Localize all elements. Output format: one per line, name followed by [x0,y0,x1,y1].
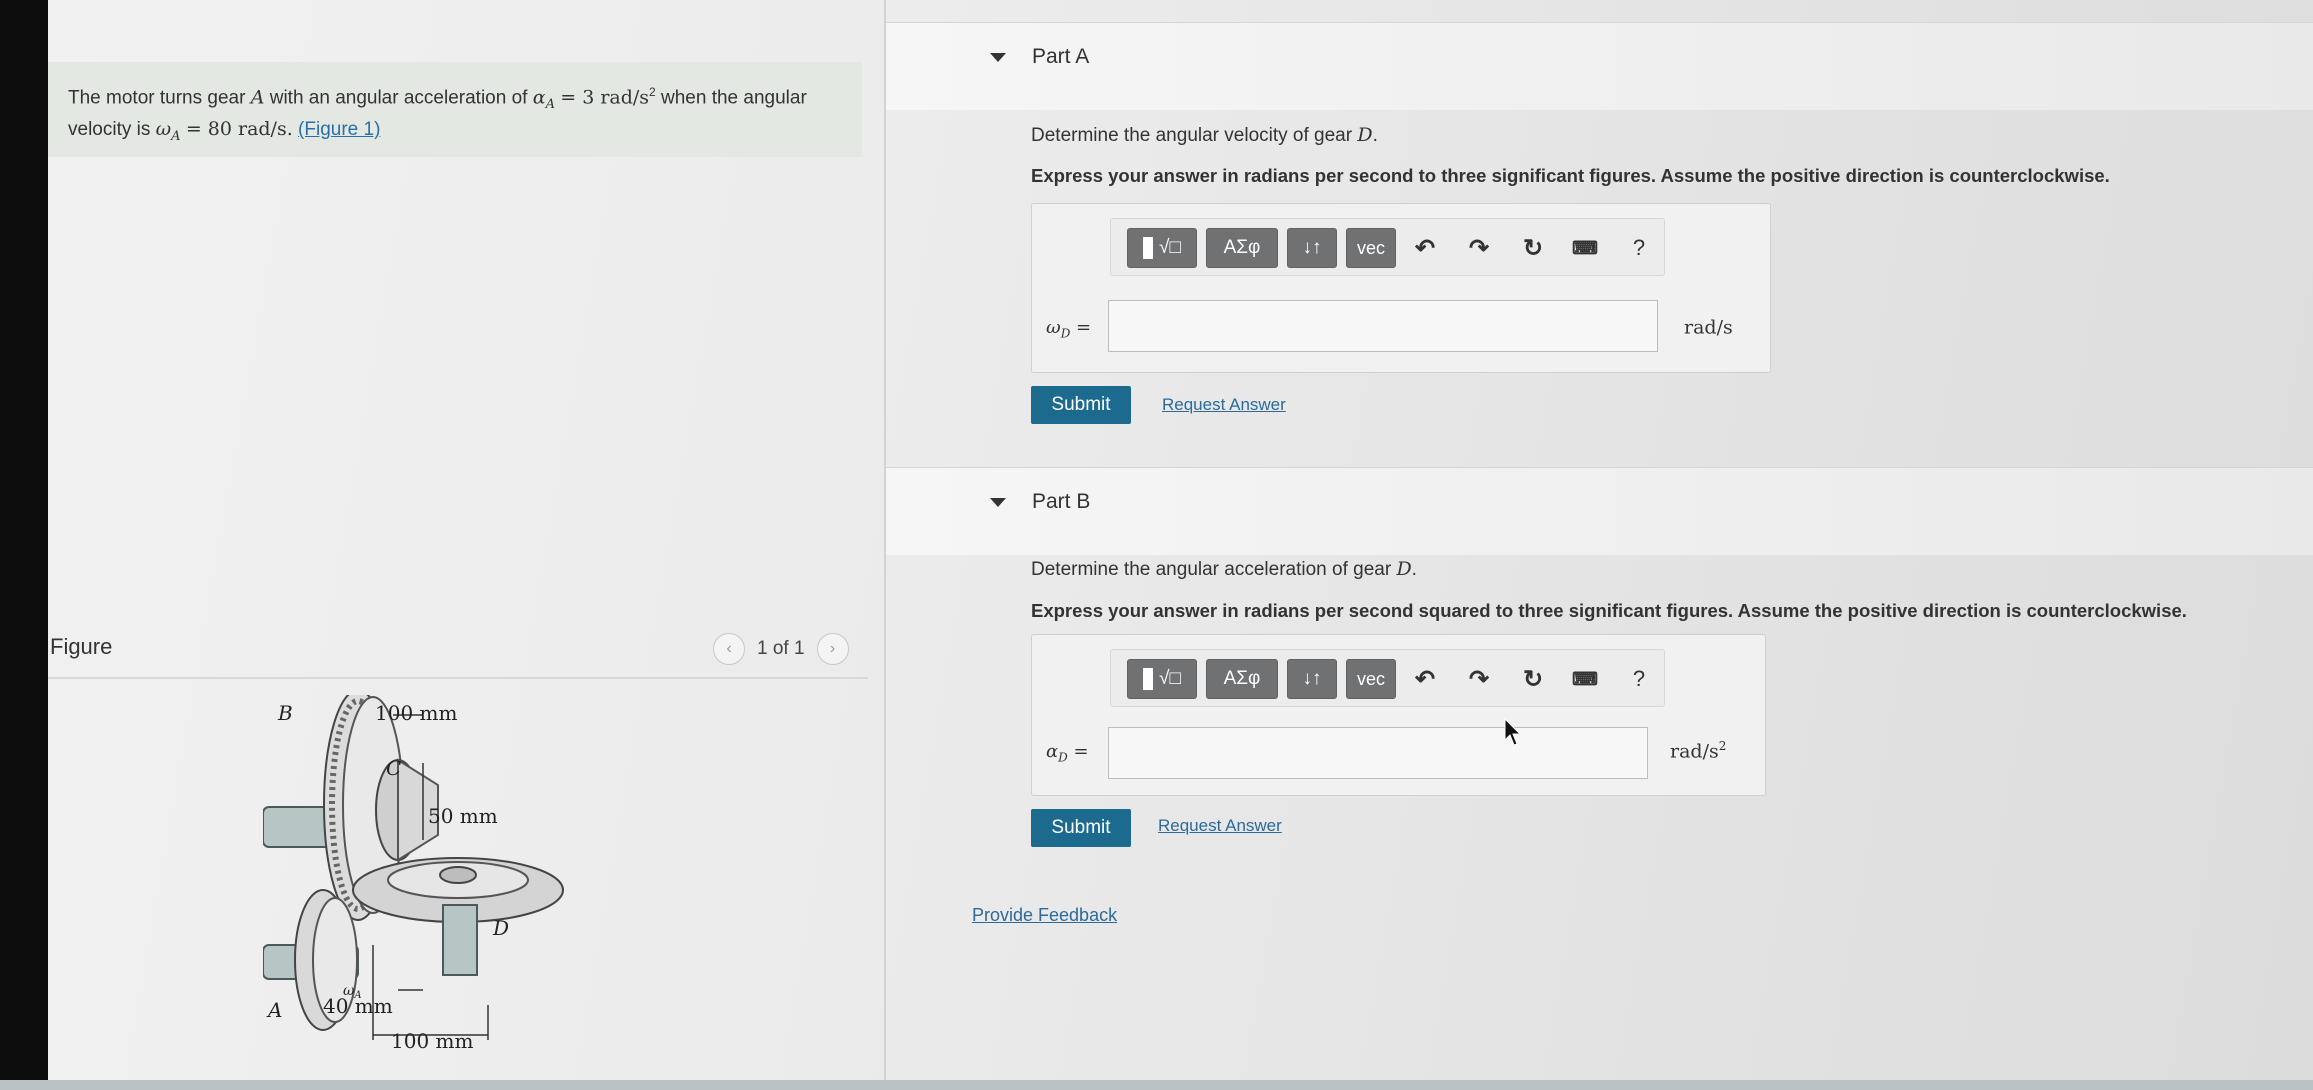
undo-icon[interactable]: ↶ [1407,659,1443,699]
part-b-question-text: Determine the angular acceleration of ge… [1031,559,1392,580]
collapse-triangle-icon[interactable] [990,53,1006,62]
reset-icon[interactable]: ↻ [1515,659,1551,699]
part-b-answer-box: √□ ΑΣφ ↓↑ vec ↶ ↷ ↻ ⌨ ? αD = rad/s2 [1031,634,1766,796]
figure-link[interactable]: (Figure 1) [298,119,380,140]
label-omega-a: ωA [343,983,362,1001]
part-b-header[interactable]: Part B [886,467,2313,555]
cursor-block-icon [1143,668,1154,690]
figure-nav: ‹ 1 of 1 › [713,633,849,665]
problem-statement: The motor turns gear A with an angular a… [48,62,862,157]
part-b-request-answer-link[interactable]: Request Answer [1158,816,1282,836]
part-a-instructions: Express your answer in radians per secon… [1031,165,2110,186]
greek-button[interactable]: ΑΣφ [1206,228,1278,268]
dim-label-50: 50 mm [428,804,498,828]
part-b-unit: rad/s2 [1670,739,1727,763]
alpha-exp: 2 [649,85,656,99]
omega-value: = 80 rad/s. [185,118,293,141]
arrows-button[interactable]: ↓↑ [1287,228,1337,268]
help-icon[interactable]: ? [1621,228,1657,268]
greek-button[interactable]: ΑΣφ [1206,659,1278,699]
alpha-symbol: α [532,86,546,109]
part-a-request-answer-link[interactable]: Request Answer [1162,395,1286,415]
redo-icon[interactable]: ↷ [1461,659,1497,699]
part-a-submit-button[interactable]: Submit [1031,386,1131,424]
cursor-block-icon [1143,237,1154,259]
problem-text-2: with an angular acceleration of [269,87,528,109]
label-b: B [277,701,293,725]
omega-sub: A [171,128,181,144]
part-b-answer-input[interactable] [1108,727,1648,779]
part-b-question-var: D [1396,558,1412,580]
part-b-submit-button[interactable]: Submit [1031,809,1131,847]
dim-label-100-bottom: 100 mm [391,1029,473,1053]
part-a-variable: ωD = [1046,317,1092,341]
screen-bezel [0,0,48,1090]
part-a-question: Determine the angular velocity of gear D… [1031,124,1378,147]
label-d: D [492,916,509,940]
part-a-question-text: Determine the angular velocity of gear [1031,125,1353,146]
vec-button[interactable]: vec [1346,659,1396,699]
part-b-question-end: . [1411,559,1417,580]
omega-symbol: ω [155,118,172,141]
keyboard-icon[interactable]: ⌨ [1567,659,1603,699]
part-a-header[interactable]: Part A [886,22,2313,110]
part-a-unit: rad/s [1684,316,1733,339]
provide-feedback-link[interactable]: Provide Feedback [972,905,1117,926]
chevron-right-icon[interactable]: › [816,633,849,665]
dim-label-100-top: 100 mm [375,701,457,725]
help-icon[interactable]: ? [1621,659,1657,699]
chevron-left-icon[interactable]: ‹ [713,633,745,665]
figure-heading: Figure [50,634,113,659]
undo-icon[interactable]: ↶ [1407,228,1443,268]
screen-bottom-edge [0,1080,2313,1090]
part-a-answer-input[interactable] [1108,300,1658,352]
reset-icon[interactable]: ↻ [1515,228,1551,268]
part-b-question: Determine the angular acceleration of ge… [1031,558,1417,581]
part-a-question-var: D [1357,124,1373,146]
gear-figure: 100 mm 50 mm 40 mm 100 mm B C D A ωA [263,695,564,1053]
part-b-variable: αD = [1046,741,1089,765]
label-c: C [386,756,401,780]
templates-button[interactable]: √□ [1127,228,1197,268]
collapse-triangle-icon[interactable] [990,498,1006,507]
part-b-title: Part B [1032,490,1091,513]
vec-button[interactable]: vec [1346,228,1396,268]
mouse-pointer-icon [1504,718,1522,746]
parts-panel: Part A Determine the angular velocity of… [886,0,2313,1080]
part-a-question-end: . [1372,125,1378,146]
gear-d-hub [439,866,477,884]
arrows-button[interactable]: ↓↑ [1287,659,1337,699]
mastering-page: The motor turns gear A with an angular a… [48,0,2313,1080]
templates-label: √□ [1159,668,1181,689]
shaft-d [442,904,478,976]
part-a-answer-box: √□ ΑΣφ ↓↑ vec ↶ ↷ ↻ ⌨ ? ωD = rad/s [1031,203,1771,373]
problem-panel: The motor turns gear A with an angular a… [48,0,884,1080]
templates-button[interactable]: √□ [1127,659,1197,699]
problem-text-1: The motor turns gear [68,87,246,109]
part-b-instructions: Express your answer in radians per secon… [1031,600,2187,621]
figure-counter: 1 of 1 [757,638,805,659]
keyboard-icon[interactable]: ⌨ [1567,228,1603,268]
label-a: A [266,998,282,1022]
figure-divider [48,677,868,679]
part-a-toolbar: √□ ΑΣφ ↓↑ vec ↶ ↷ ↻ ⌨ ? [1110,218,1665,276]
templates-label: √□ [1159,237,1181,258]
redo-icon[interactable]: ↷ [1461,228,1497,268]
gear-a-var: A [250,86,265,109]
part-b-toolbar: √□ ΑΣφ ↓↑ vec ↶ ↷ ↻ ⌨ ? [1110,649,1665,707]
alpha-sub: A [545,97,555,113]
alpha-value: = 3 rad/s [560,86,650,109]
part-a-title: Part A [1032,45,1090,68]
